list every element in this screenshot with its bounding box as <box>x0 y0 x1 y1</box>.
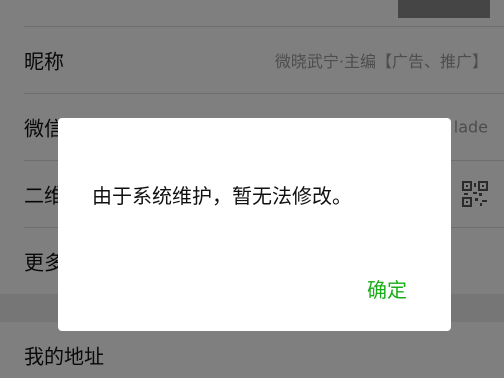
alert-dialog: 由于系统维护，暂无法修改。 确定 <box>58 118 451 331</box>
dialog-message: 由于系统维护，暂无法修改。 <box>92 184 352 208</box>
confirm-button[interactable]: 确定 <box>367 274 407 303</box>
